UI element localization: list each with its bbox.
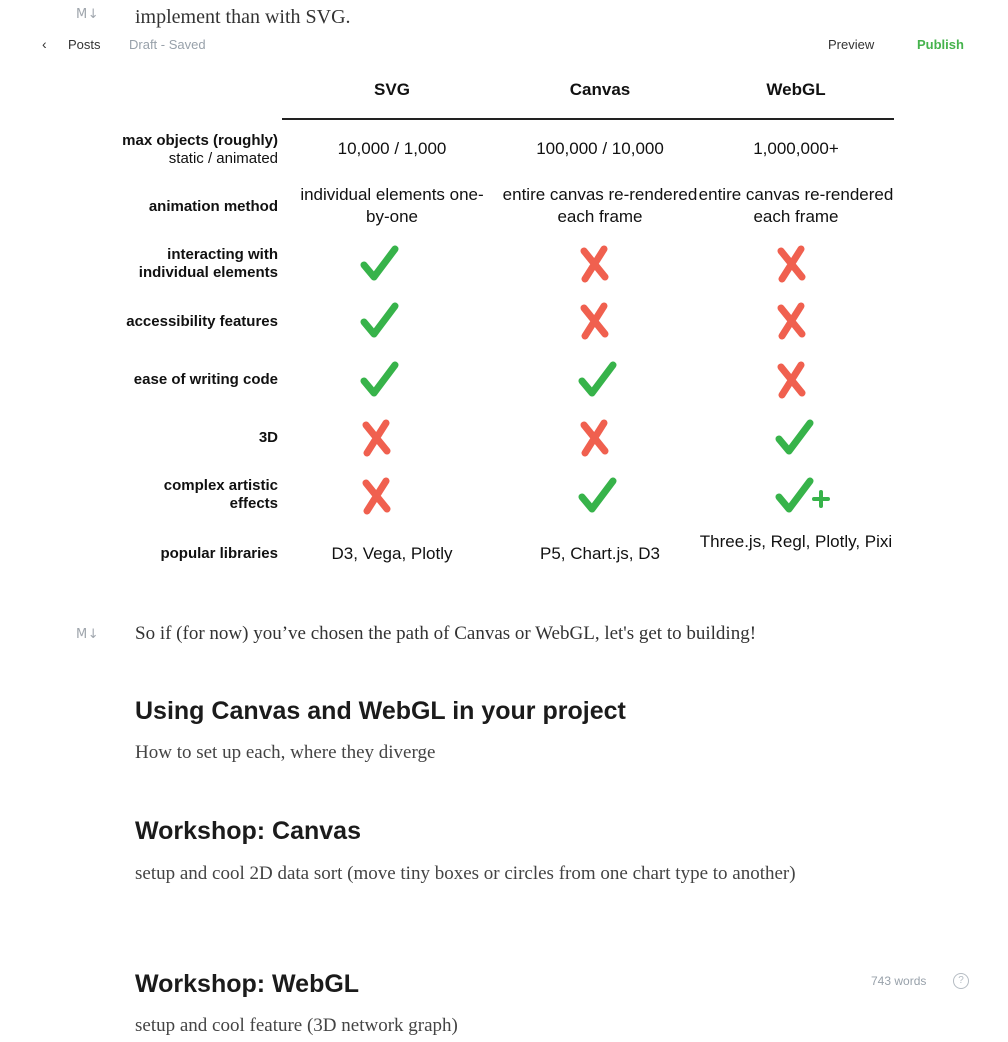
posts-link[interactable]: Posts bbox=[68, 37, 101, 52]
table-cell: 1,000,000+ bbox=[753, 139, 839, 158]
nav-bar: ‹ Posts Draft - Saved Preview Publish bbox=[0, 30, 1008, 62]
table-cell: Three.js, Regl, Plotly, Pixi bbox=[699, 532, 893, 551]
cross-icon bbox=[777, 245, 806, 283]
chevron-left-icon[interactable]: ‹ bbox=[42, 36, 47, 52]
check-icon bbox=[578, 361, 617, 397]
paragraph: So if (for now) you’ve chosen the path o… bbox=[135, 623, 757, 644]
row-label: max objects (roughly) static / animated bbox=[122, 132, 278, 167]
column-header-webgl: WebGL bbox=[766, 80, 826, 99]
table-cell: P5, Chart.js, D3 bbox=[540, 544, 660, 563]
check-plus-icon bbox=[775, 477, 830, 513]
table-cell: entire canvas re-rendered each frame bbox=[698, 185, 894, 226]
section-heading: Workshop: WebGL bbox=[135, 970, 360, 998]
section-heading: Using Canvas and WebGL in your project bbox=[135, 697, 626, 725]
publish-button[interactable]: Publish bbox=[917, 37, 964, 52]
check-icon bbox=[360, 361, 399, 397]
row-label: popular libraries bbox=[160, 545, 278, 562]
check-icon bbox=[578, 477, 617, 513]
markdown-badge: M↓ bbox=[76, 7, 100, 22]
word-count: 743 words bbox=[871, 974, 927, 988]
section-subtext: setup and cool feature (3D network graph… bbox=[135, 1015, 458, 1036]
row-label: 3D bbox=[258, 429, 278, 446]
check-icon bbox=[360, 302, 399, 338]
row-label: accessibility features bbox=[126, 313, 278, 330]
table-header-rule bbox=[282, 118, 894, 120]
section-heading: Workshop: Canvas bbox=[135, 817, 361, 845]
cross-icon bbox=[777, 361, 806, 399]
column-header-svg: SVG bbox=[374, 80, 410, 99]
row-label: complex artistic effects bbox=[163, 477, 278, 512]
check-icon bbox=[775, 419, 814, 455]
row-label: interacting with individual elements bbox=[138, 246, 278, 281]
cross-icon bbox=[362, 477, 391, 515]
table-cell: 100,000 / 10,000 bbox=[536, 139, 664, 158]
table-cell: 10,000 / 1,000 bbox=[337, 139, 447, 158]
cross-icon bbox=[580, 245, 609, 283]
clipped-paragraph: implement than with SVG. bbox=[135, 6, 351, 28]
cross-icon bbox=[777, 302, 806, 340]
table-cell: individual elements one-by-one bbox=[300, 185, 484, 226]
cross-icon bbox=[580, 419, 609, 457]
row-label: ease of writing code bbox=[133, 371, 278, 388]
preview-button[interactable]: Preview bbox=[828, 37, 874, 52]
table-cell: entire canvas re-rendered each frame bbox=[502, 185, 698, 226]
cross-icon bbox=[580, 302, 609, 340]
row-label: animation method bbox=[148, 198, 278, 215]
section-subtext: setup and cool 2D data sort (move tiny b… bbox=[135, 863, 796, 884]
draft-status: Draft - Saved bbox=[129, 37, 206, 52]
check-icon bbox=[360, 245, 399, 281]
table-cell: D3, Vega, Plotly bbox=[331, 544, 453, 563]
help-icon[interactable]: ? bbox=[953, 973, 969, 989]
section-subtext: How to set up each, where they diverge bbox=[135, 742, 436, 763]
top-bar: M↓ implement than with SVG. ‹ Posts Draf… bbox=[0, 0, 1008, 62]
column-header-canvas: Canvas bbox=[569, 80, 631, 99]
cross-icon bbox=[362, 419, 391, 457]
markdown-badge: M↓ bbox=[76, 627, 100, 642]
